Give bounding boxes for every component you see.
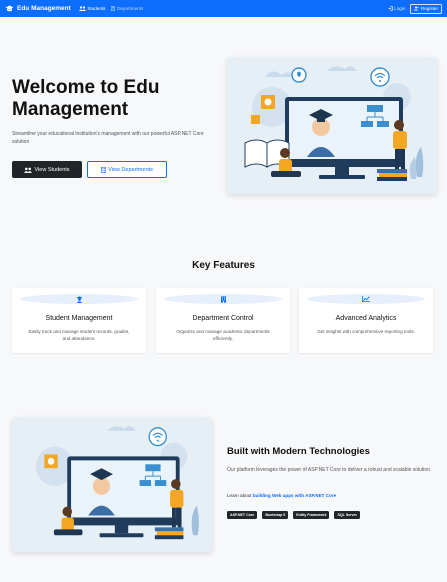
- graduation-cap-icon: [5, 5, 14, 12]
- nav-departments[interactable]: Departments: [111, 6, 143, 11]
- feature-description: Easily track and manage student records,…: [28, 329, 130, 341]
- view-departments-label: View Departments: [108, 166, 153, 173]
- feature-title: Advanced Analytics: [335, 315, 397, 322]
- learn-prefix: Learn about: [227, 493, 252, 498]
- hero-title: Welcome to Edu Management: [12, 77, 160, 120]
- nav-students-label: Students: [87, 6, 106, 11]
- badge-sql-server: SQL Server: [334, 511, 360, 519]
- chart-line-icon: [362, 296, 370, 302]
- feature-icon-bg: [307, 294, 425, 304]
- building-icon: [220, 295, 226, 303]
- nav-students[interactable]: Students: [78, 6, 106, 11]
- brand-link[interactable]: Edu Management: [5, 5, 71, 12]
- building-icon: [101, 166, 106, 173]
- learn-aspnet-link[interactable]: building Web apps with ASP.NET Core: [253, 493, 336, 498]
- user-graduate-icon: [75, 295, 83, 303]
- nav-departments-label: Departments: [116, 6, 144, 11]
- brand-name: Edu Management: [17, 5, 71, 12]
- tech-subtitle: Our platform leverages the power of ASP.…: [227, 467, 432, 473]
- register-button[interactable]: Register: [410, 3, 442, 14]
- view-departments-button[interactable]: View Departments: [87, 161, 167, 178]
- feature-description: Get insights with comprehensive reportin…: [317, 329, 415, 334]
- badge-entity-framework: Entity Framework: [293, 511, 330, 519]
- view-students-button[interactable]: View Students: [12, 161, 82, 178]
- feature-card-advanced-analytics: Advanced Analytics Get insights with com…: [299, 288, 433, 353]
- feature-card-department-control: Department Control Organize and manage a…: [156, 288, 290, 353]
- feature-icon-bg: [20, 294, 138, 304]
- feature-description: Organize and manage academic departments…: [176, 329, 270, 341]
- user-plus-icon: [414, 6, 420, 11]
- register-label: Register: [420, 6, 438, 11]
- feature-title: Student Management: [45, 315, 113, 322]
- tech-illustration: [12, 417, 212, 552]
- feature-card-student-management: Student Management Easily track and mana…: [12, 288, 146, 353]
- feature-icon-bg: [164, 294, 282, 304]
- nav-account: Login Register: [388, 3, 442, 14]
- users-icon: [24, 167, 33, 173]
- sign-in-icon: [388, 6, 393, 11]
- hero-subtitle: Streamline your educational institution'…: [12, 131, 204, 145]
- login-link[interactable]: Login: [388, 6, 406, 11]
- badge-aspnet-core: ASP.NET Core: [227, 511, 258, 519]
- tech-badges: ASP.NET Core Bootstrap 5 Entity Framewor…: [227, 511, 365, 519]
- login-label: Login: [394, 6, 406, 11]
- feature-title: Department Control: [192, 315, 254, 322]
- view-students-label: View Students: [34, 166, 70, 173]
- tech-learn-text: Learn about building Web apps with ASP.N…: [227, 493, 437, 498]
- users-icon: [78, 6, 86, 11]
- tech-title: Built with Modern Technologies: [227, 446, 370, 457]
- badge-bootstrap: Bootstrap 5: [262, 511, 289, 519]
- features-title: Key Features: [192, 260, 255, 271]
- navbar: Edu Management Students Departments Logi…: [0, 0, 447, 17]
- building-icon: [111, 6, 116, 11]
- hero-illustration: [227, 57, 437, 194]
